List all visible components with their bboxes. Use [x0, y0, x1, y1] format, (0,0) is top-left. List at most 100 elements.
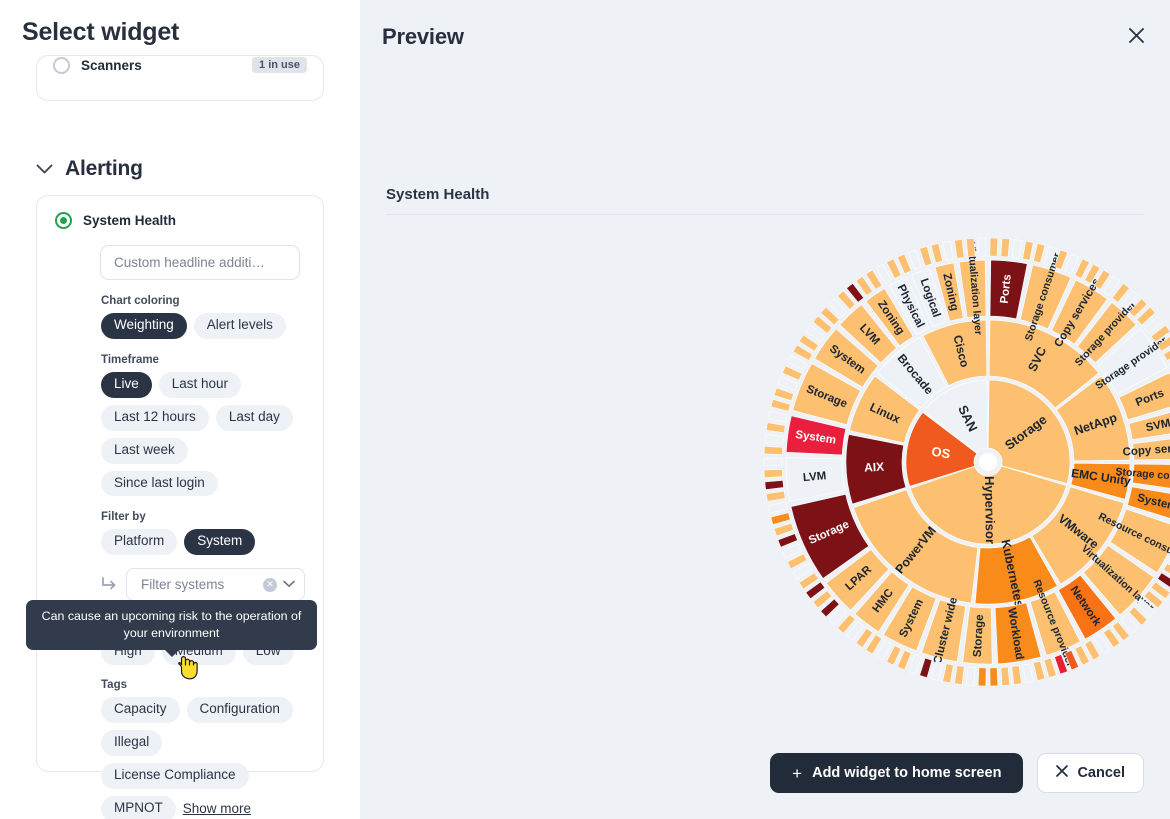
radio-empty-icon[interactable] — [53, 57, 70, 74]
chip-since-last-login[interactable]: Since last login — [101, 471, 218, 497]
ring4-bead[interactable] — [908, 655, 921, 674]
filter-systems-row: Filter systems ✕ — [101, 568, 305, 601]
ring4-bead[interactable] — [764, 458, 782, 466]
add-widget-button[interactable]: + Add widget to home screen — [770, 753, 1023, 793]
segment-label: LVM — [802, 470, 826, 484]
show-more-link[interactable]: Show more — [183, 801, 251, 816]
alerting-title: Alerting — [65, 157, 143, 181]
scanners-card: Scanners 1 in use — [36, 55, 324, 101]
chip-last-day[interactable]: Last day — [216, 405, 293, 431]
ring4-bead[interactable] — [1023, 664, 1034, 683]
add-widget-label: Add widget to home screen — [812, 765, 1001, 781]
ring4-bead[interactable] — [764, 446, 782, 454]
close-icon[interactable] — [1127, 26, 1146, 49]
chip-capacity[interactable]: Capacity — [101, 697, 180, 723]
ring4-bead[interactable] — [768, 411, 787, 422]
segment-label: AIX — [864, 460, 885, 475]
alerting-section-header[interactable]: Alerting — [36, 157, 360, 181]
cancel-label: Cancel — [1077, 765, 1125, 781]
chip-last-12-hours[interactable]: Last 12 hours — [101, 405, 209, 431]
ring4-bead[interactable] — [954, 666, 964, 685]
ring4-bead[interactable] — [771, 399, 790, 411]
chip-illegal[interactable]: Illegal — [101, 730, 162, 756]
ring4-bead[interactable] — [774, 388, 793, 401]
ring4-bead[interactable] — [920, 246, 932, 265]
alerting-card: System Health Chart coloring Weighting A… — [36, 195, 324, 772]
chip-last-hour[interactable]: Last hour — [159, 372, 241, 398]
ring4-bead[interactable] — [1012, 666, 1022, 685]
ring4-bead[interactable] — [765, 434, 784, 443]
segment-label: Storage — [972, 614, 986, 657]
custom-headline-input[interactable] — [100, 245, 300, 280]
ring4-bead[interactable] — [978, 668, 986, 686]
filter-by-label: Filter by — [101, 511, 305, 523]
ring4-bead[interactable] — [764, 469, 782, 477]
ring4-bead[interactable] — [1033, 661, 1044, 680]
chip-system[interactable]: System — [184, 529, 255, 555]
radio-selected-icon[interactable] — [55, 212, 72, 229]
preview-header: Preview — [360, 0, 1170, 56]
ring4-bead[interactable] — [897, 650, 911, 669]
ring4-bead[interactable] — [1044, 658, 1056, 677]
tags-group: Tags Capacity Configuration Illegal Lice… — [101, 679, 305, 819]
ring4-bead[interactable] — [931, 661, 942, 680]
chip-platform[interactable]: Platform — [101, 529, 177, 555]
timeframe-group: Timeframe Live Last hour Last 12 hours L… — [101, 354, 305, 497]
filter-systems-placeholder: Filter systems — [141, 577, 257, 592]
cancel-button[interactable]: Cancel — [1037, 753, 1144, 793]
mouse-cursor-icon — [176, 654, 198, 680]
page-title: Select widget — [0, 0, 360, 47]
severity-tooltip: Can cause an upcoming risk to the operat… — [26, 600, 317, 650]
ring4-bead[interactable] — [920, 658, 932, 677]
in-use-badge: 1 in use — [252, 57, 307, 73]
chip-mpnot[interactable]: MPNOT — [101, 796, 176, 819]
ring4-bead[interactable] — [897, 254, 911, 273]
preview-panel: Preview System Health StorageHypervisorO… — [360, 0, 1170, 819]
ring4-bead[interactable] — [931, 244, 942, 263]
ring4-bead[interactable] — [943, 664, 954, 683]
widget-preview: System Health — [386, 186, 1144, 215]
arrow-turn-down-right-icon — [101, 576, 119, 597]
widget-title: System Health — [386, 186, 1144, 203]
chip-weighting[interactable]: Weighting — [101, 313, 187, 339]
ring4-bead[interactable] — [1023, 241, 1034, 260]
filter-systems-select[interactable]: Filter systems ✕ — [126, 568, 305, 601]
chip-configuration[interactable]: Configuration — [187, 697, 293, 723]
ring4-bead[interactable] — [966, 667, 975, 686]
system-health-sunburst[interactable]: StorageHypervisorOSSANSVCNetAppEMC Unity… — [758, 232, 1170, 692]
widget-divider — [386, 214, 1144, 215]
ring4-bead[interactable] — [771, 513, 790, 525]
ring4-bead[interactable] — [990, 238, 998, 256]
ring4-bead[interactable] — [766, 423, 785, 433]
ring4-bead[interactable] — [978, 238, 986, 256]
chip-license-compliance[interactable]: License Compliance — [101, 763, 249, 789]
ring4-bead[interactable] — [908, 250, 921, 269]
chart-coloring-group: Chart coloring Weighting Alert levels — [101, 295, 305, 339]
ring4-bead[interactable] — [1012, 240, 1022, 259]
clear-circle-icon[interactable]: ✕ — [263, 578, 277, 592]
ring4-bead[interactable] — [778, 534, 797, 547]
ring4-bead[interactable] — [778, 377, 797, 390]
system-health-option[interactable]: System Health — [55, 212, 305, 229]
ring4-bead[interactable] — [1001, 667, 1010, 686]
ring4-bead[interactable] — [1033, 244, 1044, 263]
ring4-bead[interactable] — [774, 523, 793, 536]
ring4-bead[interactable] — [768, 502, 787, 513]
ring4-bead[interactable] — [966, 238, 975, 257]
ring4-bead[interactable] — [1001, 238, 1010, 257]
preview-title: Preview — [382, 24, 464, 50]
chip-last-week[interactable]: Last week — [101, 438, 188, 464]
ring4-bead[interactable] — [1065, 254, 1079, 273]
ring4-bead[interactable] — [990, 668, 998, 686]
ring4-bead[interactable] — [765, 480, 784, 489]
chevron-down-icon[interactable] — [36, 161, 53, 178]
ring4-bead[interactable] — [766, 491, 785, 501]
ring4-bead[interactable] — [943, 241, 954, 260]
scanners-row[interactable]: Scanners 1 in use — [37, 55, 323, 88]
system-health-label: System Health — [83, 213, 176, 228]
plus-icon: + — [792, 765, 802, 782]
chevron-down-icon[interactable] — [283, 579, 295, 591]
chip-live[interactable]: Live — [101, 372, 152, 398]
chip-alert-levels[interactable]: Alert levels — [194, 313, 286, 339]
ring4-bead[interactable] — [954, 240, 964, 259]
